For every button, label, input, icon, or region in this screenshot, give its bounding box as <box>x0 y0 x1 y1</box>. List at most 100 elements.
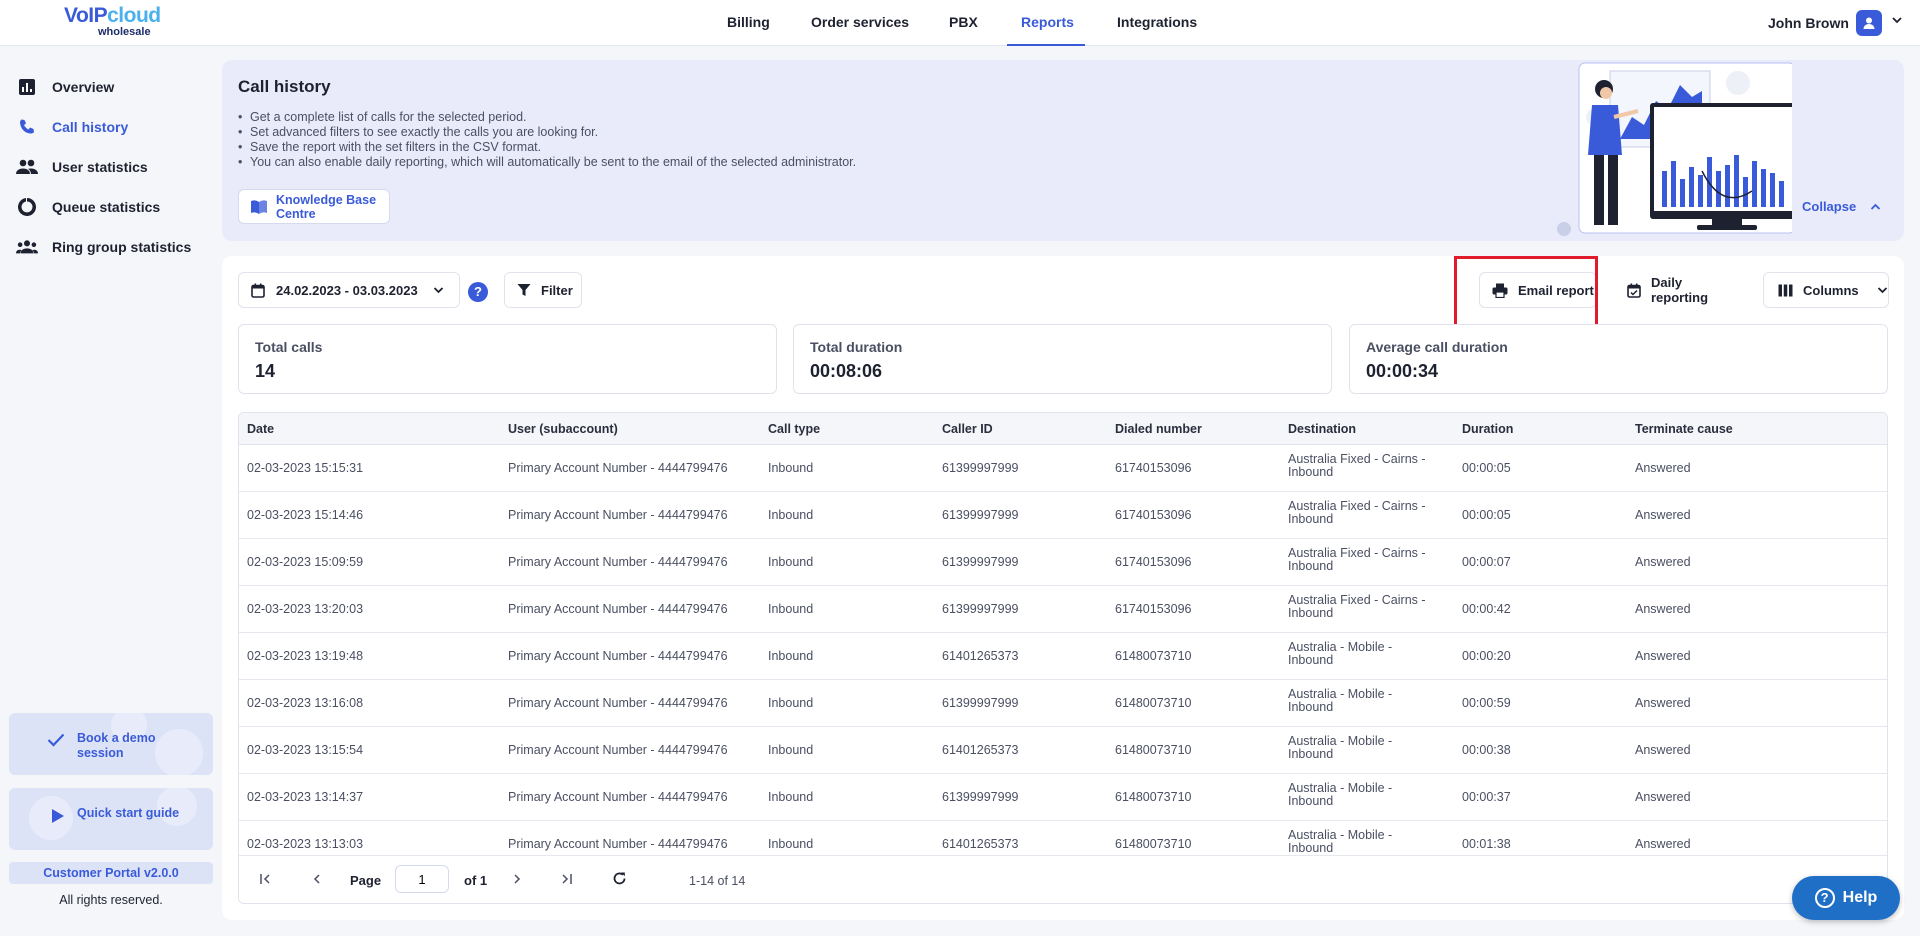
calendar-check-icon <box>1627 283 1641 298</box>
column-header-call-type[interactable]: Call type <box>768 422 820 436</box>
column-header-destination[interactable]: Destination <box>1288 422 1356 436</box>
cell-dialed-number: 61740153096 <box>1115 508 1192 522</box>
cell-caller-id: 61401265373 <box>942 837 1019 851</box>
banner-bullet: Get a complete list of calls for the sel… <box>238 110 856 125</box>
help-button[interactable]: ? Help <box>1792 876 1900 920</box>
column-header-terminate-cause[interactable]: Terminate cause <box>1635 422 1733 436</box>
cell-duration: 00:00:38 <box>1462 743 1511 757</box>
stat-label: Total duration <box>810 339 903 355</box>
call-history-table: Date User (subaccount) Call type Caller … <box>238 412 1888 904</box>
results-range: 1-14 of 14 <box>689 874 746 888</box>
table-row[interactable]: 02-03-2023 13:16:08 Primary Account Numbe… <box>239 680 1887 727</box>
cell-date: 02-03-2023 13:16:08 <box>247 696 364 710</box>
cell-destination: Australia Fixed - Cairns - Inbound <box>1288 546 1426 573</box>
book-demo-card[interactable]: Book a demo session <box>9 713 213 775</box>
user-icon <box>1863 17 1875 29</box>
cell-terminate-cause: Answered <box>1635 837 1691 851</box>
cell-destination: Australia - Mobile - Inbound <box>1288 734 1393 761</box>
question-icon: ? <box>1814 888 1835 908</box>
nav-pbx[interactable]: PBX <box>949 14 978 30</box>
group-icon <box>16 240 38 254</box>
checkmark-icon <box>47 733 65 747</box>
columns-button[interactable]: Columns <box>1763 272 1889 308</box>
cell-dialed-number: 61480073710 <box>1115 743 1192 757</box>
nav-active-underline <box>1007 44 1085 46</box>
cell-call-type: Inbound <box>768 649 814 663</box>
column-header-caller-id[interactable]: Caller ID <box>942 422 993 436</box>
cell-user: Primary Account Number - 4444799476 <box>508 649 728 663</box>
table-row[interactable]: 02-03-2023 13:15:54 Primary Account Numbe… <box>239 727 1887 774</box>
cell-terminate-cause: Answered <box>1635 555 1691 569</box>
cell-destination: Australia - Mobile - Inbound <box>1288 781 1393 808</box>
table-row[interactable]: 02-03-2023 15:09:59 Primary Account Numbe… <box>239 539 1887 586</box>
quick-start-card[interactable]: Quick start guide <box>9 788 213 850</box>
refresh-icon[interactable] <box>612 871 627 886</box>
pagination: Page of 1 1-14 of 14 <box>239 855 1887 903</box>
column-header-user[interactable]: User (subaccount) <box>508 422 618 436</box>
next-page-icon[interactable] <box>511 873 523 885</box>
cell-terminate-cause: Answered <box>1635 602 1691 616</box>
stat-label: Average call duration <box>1366 339 1508 355</box>
nav-billing[interactable]: Billing <box>727 14 770 30</box>
stat-value: 00:08:06 <box>810 361 883 381</box>
sidebar-item-call-history[interactable]: Call history <box>16 115 128 139</box>
daily-reporting-button[interactable]: Daily reporting <box>1612 272 1736 308</box>
nav-order-services[interactable]: Order services <box>811 14 909 30</box>
table-row[interactable]: 02-03-2023 13:20:03 Primary Account Numbe… <box>239 586 1887 633</box>
table-header: Date User (subaccount) Call type Caller … <box>239 413 1887 445</box>
user-name[interactable]: John Brown <box>1768 15 1849 31</box>
date-range-picker[interactable]: 24.02.2023 - 03.03.2023 <box>238 272 460 308</box>
cell-date: 02-03-2023 15:09:59 <box>247 555 364 569</box>
cell-destination: Australia - Mobile - Inbound <box>1288 828 1393 855</box>
cell-dialed-number: 61480073710 <box>1115 649 1192 663</box>
filter-button[interactable]: Filter <box>504 272 582 308</box>
cell-duration: 00:00:05 <box>1462 508 1511 522</box>
top-bar: VoIPcloud wholesale Billing Order servic… <box>0 0 1920 46</box>
cell-call-type: Inbound <box>768 743 814 757</box>
help-label: Help <box>1842 889 1878 906</box>
columns-icon <box>1778 284 1793 296</box>
cell-duration: 00:00:37 <box>1462 790 1511 804</box>
table-row[interactable]: 02-03-2023 13:13:03 Primary Account Numbe… <box>239 821 1887 855</box>
help-tooltip-icon[interactable]: ? <box>468 282 488 302</box>
cell-date: 02-03-2023 13:19:48 <box>247 649 364 663</box>
chevron-down-icon <box>1877 287 1887 294</box>
sidebar-item-label: Queue statistics <box>52 199 161 215</box>
avatar[interactable] <box>1856 10 1882 36</box>
cell-date: 02-03-2023 15:14:46 <box>247 508 364 522</box>
call-history-panel: 24.02.2023 - 03.03.2023 ? Filter Email r… <box>222 256 1904 920</box>
cell-terminate-cause: Answered <box>1635 790 1691 804</box>
previous-page-icon[interactable] <box>311 873 323 885</box>
chevron-up-icon <box>1870 203 1880 210</box>
cell-duration: 00:00:42 <box>1462 602 1511 616</box>
chevron-down-icon[interactable] <box>1891 14 1903 26</box>
cell-terminate-cause: Answered <box>1635 649 1691 663</box>
cell-destination: Australia Fixed - Cairns - Inbound <box>1288 593 1426 620</box>
sidebar-item-overview[interactable]: Overview <box>16 75 114 99</box>
last-page-icon[interactable] <box>561 873 573 885</box>
column-header-duration[interactable]: Duration <box>1462 422 1513 436</box>
phone-icon <box>20 119 34 134</box>
cell-user: Primary Account Number - 4444799476 <box>508 696 728 710</box>
collapse-button[interactable]: Collapse <box>1802 199 1881 214</box>
column-header-date[interactable]: Date <box>247 422 274 436</box>
table-row[interactable]: 02-03-2023 13:14:37 Primary Account Numbe… <box>239 774 1887 821</box>
sidebar-item-label: Call history <box>52 119 129 135</box>
nav-integrations[interactable]: Integrations <box>1117 14 1197 30</box>
table-row[interactable]: 02-03-2023 13:19:48 Primary Account Numbe… <box>239 633 1887 680</box>
sidebar-item-ring-group-statistics[interactable]: Ring group statistics <box>16 235 191 259</box>
cell-dialed-number: 61740153096 <box>1115 555 1192 569</box>
highlight-frame <box>1454 256 1598 334</box>
sidebar-item-queue-statistics[interactable]: Queue statistics <box>16 195 160 219</box>
knowledge-base-button[interactable]: Knowledge Base Centre <box>238 189 390 224</box>
table-row[interactable]: 02-03-2023 15:14:46 Primary Account Numbe… <box>239 492 1887 539</box>
sidebar-item-user-statistics[interactable]: User statistics <box>16 155 148 179</box>
first-page-icon[interactable] <box>259 873 271 885</box>
page-title: Call history <box>238 77 331 96</box>
chevron-down-icon <box>433 287 443 294</box>
column-header-dialed-number[interactable]: Dialed number <box>1115 422 1202 436</box>
cell-user: Primary Account Number - 4444799476 <box>508 555 728 569</box>
nav-reports[interactable]: Reports <box>1021 14 1074 30</box>
page-number-input[interactable] <box>395 865 449 893</box>
table-row[interactable]: 02-03-2023 15:15:31 Primary Account Numbe… <box>239 445 1887 492</box>
